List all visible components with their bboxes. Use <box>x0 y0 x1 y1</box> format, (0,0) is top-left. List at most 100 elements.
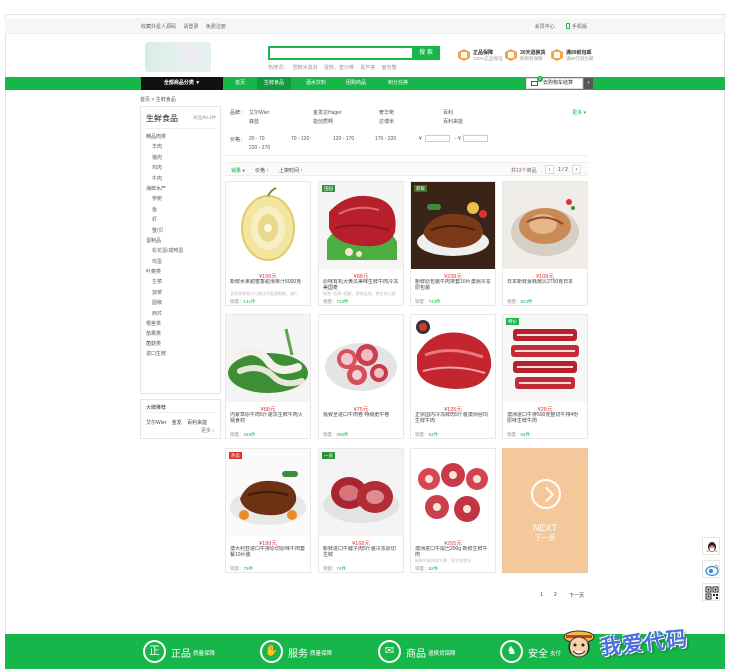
chevron-right-icon[interactable]: › <box>584 78 593 89</box>
brand-link[interactable]: 百利来能 <box>187 420 207 426</box>
brand-more-button[interactable]: 更多 ▾ <box>572 109 586 116</box>
sidebar-subcategory[interactable]: 蟹/贝 <box>152 227 163 234</box>
brand-option[interactable]: 能创质啊 <box>313 118 333 125</box>
nav-points[interactable]: 积分兑换 <box>381 77 415 90</box>
price-option[interactable]: 70 - 120 <box>291 136 309 142</box>
sidebar-subcategory[interactable]: 猪肉 <box>152 154 162 161</box>
product-card[interactable]: ¥108元 日本新鲜豪蚝扇贝2700克日本 销量：524件 <box>502 181 588 306</box>
product-card[interactable]: 特价 ¥28元 澳洲进口牛排500克整切牛排4份原味生鲜牛肉 销量：64件 <box>502 314 588 439</box>
weibo-icon[interactable] <box>702 560 720 578</box>
site-logo[interactable] <box>145 42 211 72</box>
price-option[interactable]: 220 - 270 <box>249 145 270 151</box>
product-name[interactable]: 澳洲进口牛尾巴200g 新鲜生鲜牛肉 <box>415 546 491 558</box>
product-card[interactable]: 一览 ¥168元 新鲜进口牛腱子肉5斤装冷冻原切生鲜 销量：74件 <box>318 448 404 573</box>
product-name[interactable]: 正宗国内冷冻鲜肉5斤装澳洲谷饲生鲜牛肉 <box>415 412 491 424</box>
price-max-input[interactable] <box>463 135 488 142</box>
product-image[interactable] <box>226 315 310 402</box>
product-name[interactable]: 新鲜进口牛腱子肉5斤装冷冻原切生鲜 <box>323 546 399 558</box>
product-image[interactable] <box>226 182 310 269</box>
product-image[interactable] <box>411 315 495 402</box>
sidebar-subcategory[interactable]: 西芹 <box>152 310 162 317</box>
sidebar-subcategory[interactable]: 生菜 <box>152 278 162 285</box>
product-name[interactable]: 澳洲进口牛排500克整切牛排4份原味生鲜牛肉 <box>507 412 583 424</box>
product-name[interactable]: 日本新鲜豪蚝扇贝2700克日本 <box>507 279 583 291</box>
product-image[interactable] <box>503 315 587 402</box>
price-option[interactable]: 120 - 170 <box>333 136 354 142</box>
sidebar-category[interactable]: 进口生鲜 <box>146 350 166 357</box>
cart-button[interactable]: 0 去购物车结算 <box>526 76 583 89</box>
product-image[interactable] <box>503 182 587 269</box>
member-center-link[interactable]: 会员中心 <box>535 24 555 30</box>
brand-option[interactable]: 奢华佬 <box>379 109 394 116</box>
more-brands-link[interactable]: 更多 › <box>201 427 214 434</box>
hot-word[interactable]: 黑芦荟 <box>360 65 375 71</box>
product-name[interactable]: 新鲜原包装牛肉排套10片澳洲冷冻原包装 <box>415 279 491 291</box>
sidebar-subcategory[interactable]: 鸡蛋 <box>152 258 162 265</box>
sidebar-category[interactable]: 菌菇类 <box>146 340 161 347</box>
sidebar-subcategory[interactable]: 鸡肉 <box>152 164 162 171</box>
brand-option[interactable]: 百利来能 <box>443 118 463 125</box>
sidebar-subcategory[interactable]: 羊肉 <box>152 143 162 150</box>
sidebar-category[interactable]: 海鲜水产 <box>146 185 166 192</box>
search-button[interactable]: 搜 索 <box>412 46 440 60</box>
product-card[interactable]: ¥255元 澳洲进口牛尾巴200g 新鲜生鲜牛肉 新鲜牛尾肉质丰厚，原生态牧场 销量：… <box>410 448 496 573</box>
hot-word[interactable]: 雪糕冰淇淋 <box>292 65 317 71</box>
product-image[interactable] <box>411 182 495 269</box>
bookmark-link[interactable]: 收藏外星人源码 <box>141 24 176 30</box>
hot-word[interactable]: 蛋糕，蜜沙棒 <box>324 65 354 71</box>
product-card[interactable]: 热卖 ¥199元 澳大利亚进口牛排原切原味牛肉套餐10片装 销量：79件 <box>225 448 311 573</box>
product-image[interactable] <box>319 449 403 536</box>
sidebar-subcategory[interactable]: 参鲍 <box>152 195 162 202</box>
sidebar-category[interactable]: 蛋制品 <box>146 237 161 244</box>
login-link[interactable]: 请登录 <box>183 24 198 30</box>
hot-word[interactable]: 面包蟹 <box>382 65 397 71</box>
qq-icon[interactable] <box>702 537 720 555</box>
brand-link[interactable]: 金发 <box>172 420 182 426</box>
all-categories-button[interactable]: 全部商品分类 ▼ <box>141 77 223 90</box>
brand-option[interactable]: 达博米 <box>379 118 394 125</box>
product-card[interactable]: ¥125元 正宗国内冷冻鲜肉5斤装澳洲谷饲生鲜牛肉 销量：64件 <box>410 314 496 439</box>
sidebar-category[interactable]: 根茎类 <box>146 320 161 327</box>
product-name[interactable]: 内蒙草原牛肉5斤速冻生鲜牛肉火锅食材 <box>230 412 306 424</box>
brand-link[interactable]: 艾尔Wier <box>146 420 166 426</box>
nav-fresh-food[interactable]: 生鲜食品 <box>257 77 291 90</box>
product-card[interactable]: 新鲜 ¥238元 新鲜原包装牛肉排套10片澳洲冷冻原包装 销量：743件 <box>410 181 496 306</box>
sidebar-subcategory[interactable]: 松花蛋/咸鸭蛋 <box>152 247 183 254</box>
sidebar-subcategory[interactable]: 圆椒 <box>152 299 162 306</box>
page-2-link[interactable]: 2 <box>554 592 557 598</box>
product-card[interactable]: ¥88元 内蒙草原牛肉5斤速冻生鲜牛肉火锅食材 销量：349件 <box>225 314 311 439</box>
sort-price[interactable]: 价格 ↑ <box>255 167 269 174</box>
sidebar-category[interactable]: 精品肉类 <box>146 133 166 140</box>
product-image[interactable] <box>411 449 495 536</box>
next-page-link[interactable]: 下一页 <box>569 592 584 599</box>
brand-option[interactable]: 森蓝 <box>249 118 259 125</box>
sidebar-subcategory[interactable]: 鱼 <box>152 206 157 213</box>
nav-drinks[interactable]: 酒水饮料 <box>299 77 333 90</box>
prev-page-button[interactable]: ‹ <box>545 165 554 174</box>
brand-option[interactable]: 艾尔Wier <box>249 109 269 116</box>
search-input[interactable] <box>272 48 412 58</box>
product-name[interactable]: 澳大利亚进口牛排原切原味牛肉套餐10片装 <box>230 546 306 558</box>
qrcode-icon[interactable] <box>702 583 720 601</box>
product-name[interactable]: 原味有机大黄瓜美味生鲜牛肉冷冻美国麦 <box>323 279 399 291</box>
sort-sales[interactable]: 销量 ♦ <box>231 167 245 174</box>
next-page-button[interactable]: › <box>572 165 581 174</box>
price-min-input[interactable] <box>425 135 450 142</box>
sidebar-category[interactable]: 茄果类 <box>146 330 161 337</box>
brand-option[interactable]: 百利 <box>443 109 453 116</box>
product-name[interactable]: 极致全进口牛肉卷 特级肥牛卷 <box>323 412 399 424</box>
sidebar-category[interactable]: 叶菜类 <box>146 268 161 275</box>
price-option[interactable]: 20 - 70 <box>249 136 265 142</box>
product-image[interactable] <box>319 315 403 402</box>
product-image[interactable] <box>319 182 403 269</box>
price-option[interactable]: 170 - 220 <box>375 136 396 142</box>
mobile-link[interactable]: 手机版 <box>565 23 587 30</box>
sort-time[interactable]: 上架时间 ↑ <box>279 167 303 174</box>
product-name[interactable]: 新鲜水果甜蜜香甜滑果汁5000克 <box>230 279 306 291</box>
sidebar-subcategory[interactable]: 菠菜 <box>152 289 162 296</box>
nav-home[interactable]: 首页 <box>223 77 257 90</box>
page-1-link[interactable]: 1 <box>540 592 543 598</box>
next-page-card[interactable]: NEXT 下一页 <box>502 448 588 573</box>
brand-option[interactable]: 金发达Hager <box>313 109 342 116</box>
sidebar-subcategory[interactable]: 虾 <box>152 216 157 223</box>
